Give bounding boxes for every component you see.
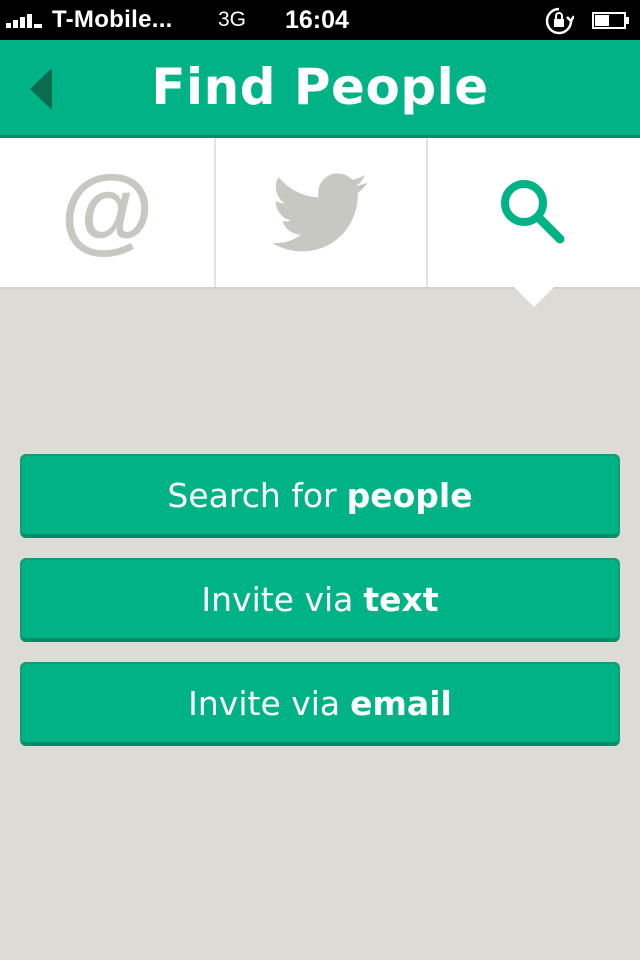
twitter-bird-icon [273,172,368,251]
tab-mentions[interactable]: @ [0,138,216,287]
find-method-tabs: @ [0,138,640,289]
status-time: 16:04 [285,6,349,34]
button-label-prefix: Search for [167,475,337,515]
status-bar: T-Mobile... 3G 16:04 [0,0,640,40]
signal-strength-icon [6,12,50,28]
carrier-name: T-Mobile... [52,6,173,33]
invite-via-text-button[interactable]: Invite via text [20,558,620,642]
battery-icon [592,12,629,29]
button-label-emphasis: text [363,579,439,619]
tab-twitter[interactable] [216,138,428,287]
tab-search[interactable] [428,138,640,287]
rotation-lock-icon [545,7,574,35]
page-title: Find People [151,58,489,116]
button-label-emphasis: people [346,475,473,515]
active-tab-pointer [514,287,554,307]
button-label-prefix: Invite via [201,579,354,619]
at-icon: @ [60,155,154,263]
search-icon [501,179,565,243]
network-type: 3G [218,8,247,31]
button-label-emphasis: email [350,683,452,723]
invite-via-email-button[interactable]: Invite via email [20,662,620,746]
app-header: Find People [0,40,640,138]
search-for-people-button[interactable]: Search for people [20,454,620,538]
button-label-prefix: Invite via [188,683,341,723]
